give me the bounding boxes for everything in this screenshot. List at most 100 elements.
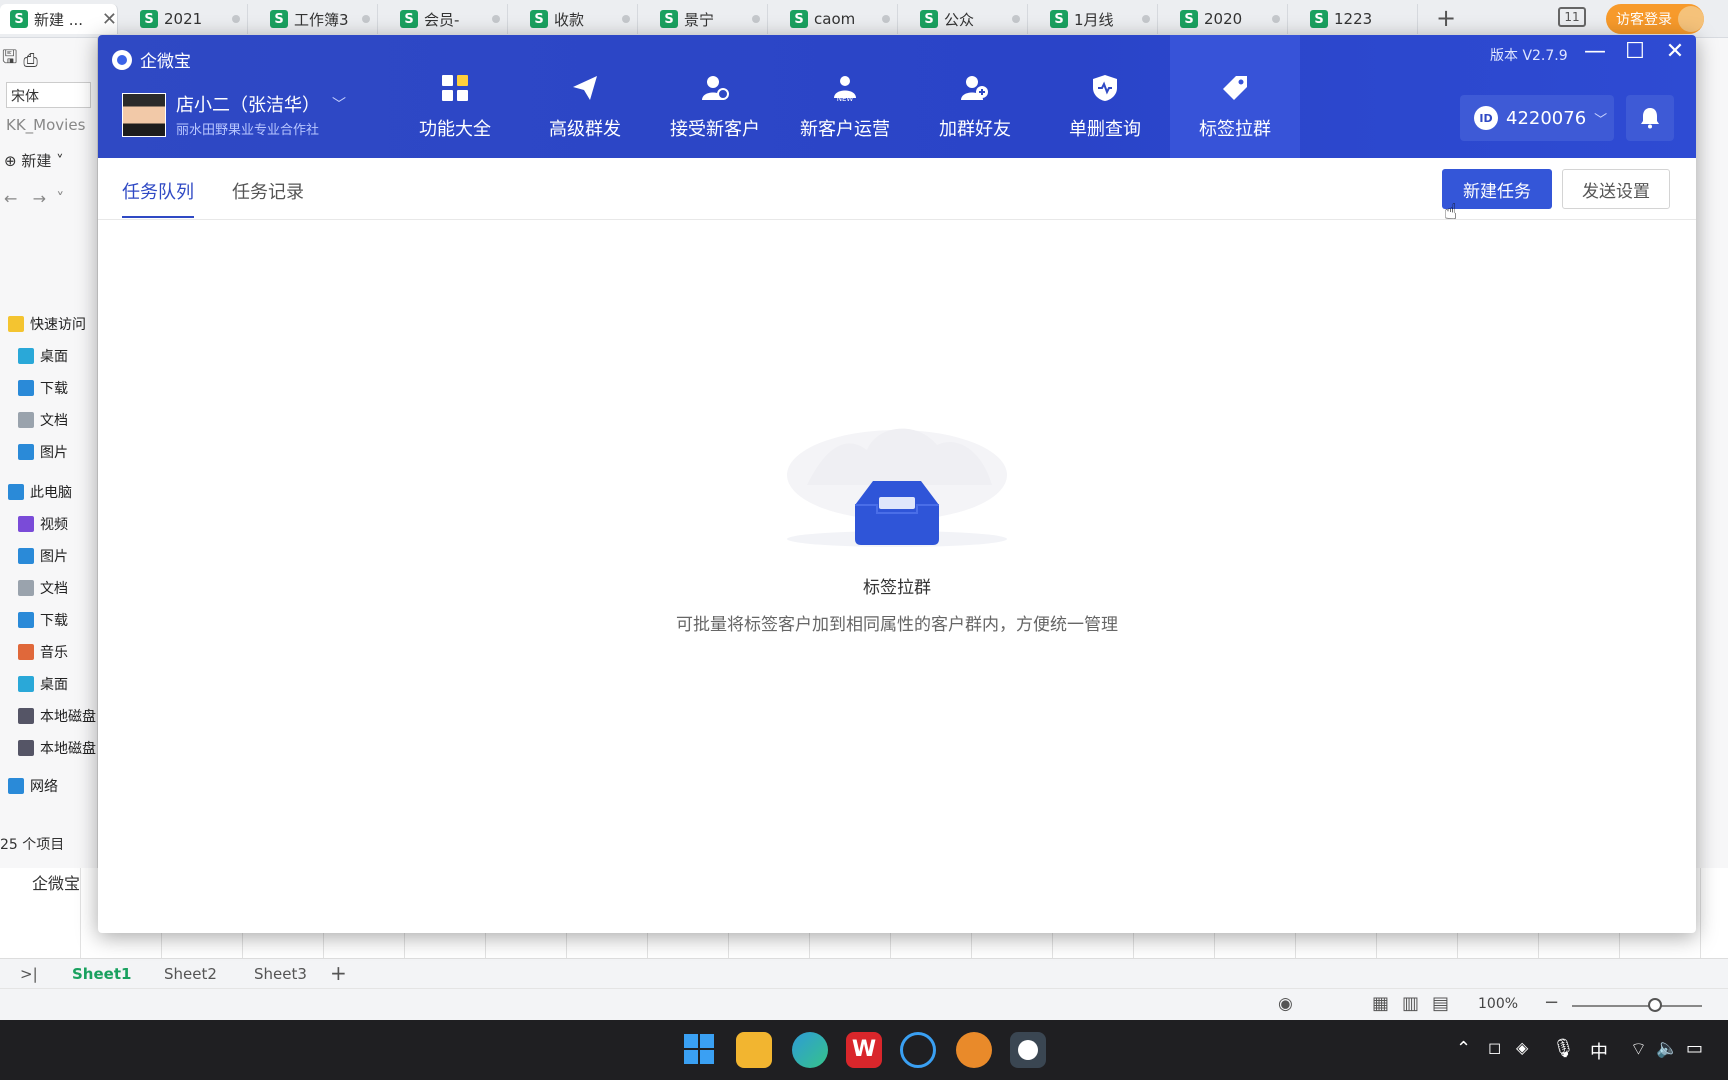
browser-tab[interactable]: S 会员-: [390, 4, 508, 34]
folder-icon: [18, 612, 34, 628]
edge-browser-icon[interactable]: [792, 1032, 828, 1068]
sheet-icon: S: [530, 10, 548, 28]
explorer-item[interactable]: 此电脑: [8, 482, 72, 502]
nav-item-features[interactable]: 功能大全: [390, 35, 520, 158]
search-chat-icon[interactable]: [900, 1032, 936, 1068]
explorer-item[interactable]: 网络: [8, 776, 58, 796]
tab-label: 工作簿3: [294, 10, 349, 29]
page-break-icon[interactable]: ▤: [1432, 993, 1449, 1014]
zoom-slider-track[interactable]: [1572, 1005, 1702, 1007]
tab-dot-icon: [362, 15, 370, 23]
browser-tab[interactable]: S 2021: [130, 4, 248, 34]
sheet-icon: S: [790, 10, 808, 28]
nav-label: 新客户运营: [800, 118, 890, 140]
notification-button[interactable]: [1626, 95, 1674, 141]
explorer-item[interactable]: 桌面: [18, 346, 68, 366]
explorer-item[interactable]: 桌面: [18, 674, 68, 694]
tab-task-records[interactable]: 任务记录: [232, 178, 304, 216]
tray-app-icon[interactable]: ◻: [1488, 1038, 1501, 1057]
normal-view-icon[interactable]: ▦: [1372, 993, 1389, 1014]
folder-icon: [18, 412, 34, 428]
font-select[interactable]: 宋体: [6, 82, 91, 108]
zoom-slider-knob[interactable]: [1648, 998, 1662, 1012]
chevron-down-icon: ﹀: [1594, 112, 1608, 128]
user-account-selector[interactable]: 店小二（张洁华） ﹀ 丽水田野果业专业合作社: [122, 91, 346, 138]
zoom-out-icon[interactable]: −: [1544, 992, 1559, 1013]
empty-state-description: 可批量将标签客户加到相同属性的客户群内，方便统一管理: [676, 615, 1118, 635]
browser-tab[interactable]: S 景宁: [650, 4, 768, 34]
save-icon[interactable]: 🖫: [2, 45, 17, 75]
eye-icon[interactable]: ◉: [1278, 994, 1293, 1014]
explorer-item[interactable]: 本地磁盘: [18, 738, 96, 758]
explorer-item[interactable]: 文档: [18, 578, 68, 598]
visitor-login-button[interactable]: 访客登录: [1606, 4, 1704, 34]
print-icon[interactable]: ⎙: [23, 50, 37, 71]
tab-label: 会员-: [424, 10, 460, 29]
tab-overview-icon[interactable]: 11: [1558, 7, 1586, 27]
explorer-item[interactable]: 视频: [18, 514, 68, 534]
page-layout-icon[interactable]: ▥: [1402, 993, 1419, 1014]
game-app-icon[interactable]: [956, 1032, 992, 1068]
tab-task-queue[interactable]: 任务队列: [122, 178, 194, 218]
browser-tab[interactable]: S 新建 ... ✕: [0, 4, 118, 34]
explorer-item[interactable]: 音乐: [18, 642, 68, 662]
new-tab-plus-icon[interactable]: +: [1436, 4, 1456, 32]
wifi-icon[interactable]: ⌔: [1630, 1038, 1647, 1061]
browser-tab[interactable]: Scaom: [780, 4, 898, 34]
new-task-button[interactable]: 新建任务: [1442, 169, 1552, 209]
folder-icon: [18, 644, 34, 660]
chevron-up-icon[interactable]: ⌃: [1456, 1038, 1471, 1059]
sheet-tab[interactable]: Sheet2: [164, 965, 217, 983]
browser-tab[interactable]: S 公众: [910, 4, 1028, 34]
folder-icon: [8, 484, 24, 500]
zoom-level[interactable]: 100%: [1478, 996, 1518, 1012]
nav-item-add-friends[interactable]: 加群好友: [910, 35, 1040, 158]
account-id-selector[interactable]: ID 4220076 ﹀: [1460, 95, 1614, 141]
nav-item-accept-customers[interactable]: 接受新客户: [650, 35, 780, 158]
explorer-item-label: 本地磁盘: [40, 709, 96, 725]
browser-tab[interactable]: S 2020: [1170, 4, 1288, 34]
nav-item-deletion-check[interactable]: 单删查询: [1040, 35, 1170, 158]
volume-icon[interactable]: 🔈: [1656, 1038, 1678, 1059]
explorer-item[interactable]: 文档: [18, 410, 68, 430]
qiweibao-taskbar-icon[interactable]: [1010, 1032, 1046, 1068]
add-sheet-icon[interactable]: +: [330, 961, 347, 985]
explorer-item[interactable]: 图片: [18, 442, 68, 462]
nav-item-mass-send[interactable]: 高级群发: [520, 35, 650, 158]
explorer-item[interactable]: 图片: [18, 546, 68, 566]
explorer-item[interactable]: 下载: [18, 610, 68, 630]
sheet-nav-icon[interactable]: >|: [20, 965, 38, 983]
shield-icon: [1090, 73, 1120, 103]
explorer-item[interactable]: 本地磁盘: [18, 706, 96, 726]
sheet-tab-bar: >| Sheet1 Sheet2 Sheet3 +: [0, 958, 1728, 988]
nav-arrows[interactable]: ← → ˅: [0, 179, 97, 218]
sheet-tab[interactable]: Sheet1: [72, 965, 131, 983]
id-badge-icon: ID: [1474, 106, 1498, 130]
browser-tab[interactable]: S 收款: [520, 4, 638, 34]
explorer-item[interactable]: 快速访问: [8, 314, 86, 334]
sheet-tab[interactable]: Sheet3: [254, 965, 307, 983]
nav-item-new-customer-ops[interactable]: NEW 新客户运营: [780, 35, 910, 158]
microphone-icon[interactable]: 🎙: [1552, 1038, 1575, 1059]
file-explorer-icon[interactable]: [736, 1032, 772, 1068]
browser-tab[interactable]: S 1223: [1300, 4, 1418, 34]
wps-office-icon[interactable]: W: [846, 1032, 882, 1068]
explorer-item[interactable]: 下载: [18, 378, 68, 398]
spreadsheet-cell[interactable]: 企微宝: [32, 870, 80, 894]
close-icon[interactable]: ✕: [102, 9, 117, 30]
ime-indicator[interactable]: 中: [1590, 1038, 1608, 1064]
send-settings-button[interactable]: 发送设置: [1562, 169, 1670, 209]
browser-tab[interactable]: S 1月线: [1040, 4, 1158, 34]
browser-tab[interactable]: S 工作簿3: [260, 4, 378, 34]
nav-item-tag-group[interactable]: 标签拉群: [1170, 35, 1300, 158]
start-windows-icon[interactable]: [682, 1032, 718, 1068]
folder-icon: [8, 316, 24, 332]
maximize-icon[interactable]: ☐: [1620, 39, 1650, 64]
new-button[interactable]: ⊕ 新建 ˅: [0, 142, 97, 179]
close-icon[interactable]: ✕: [1660, 39, 1690, 64]
user-org: 丽水田野果业专业合作社: [176, 123, 320, 138]
security-tray-icon[interactable]: ◈: [1516, 1038, 1528, 1057]
background-panel-right: [1696, 38, 1728, 868]
minimize-icon[interactable]: —: [1580, 39, 1610, 64]
battery-icon[interactable]: ▭: [1686, 1038, 1703, 1059]
